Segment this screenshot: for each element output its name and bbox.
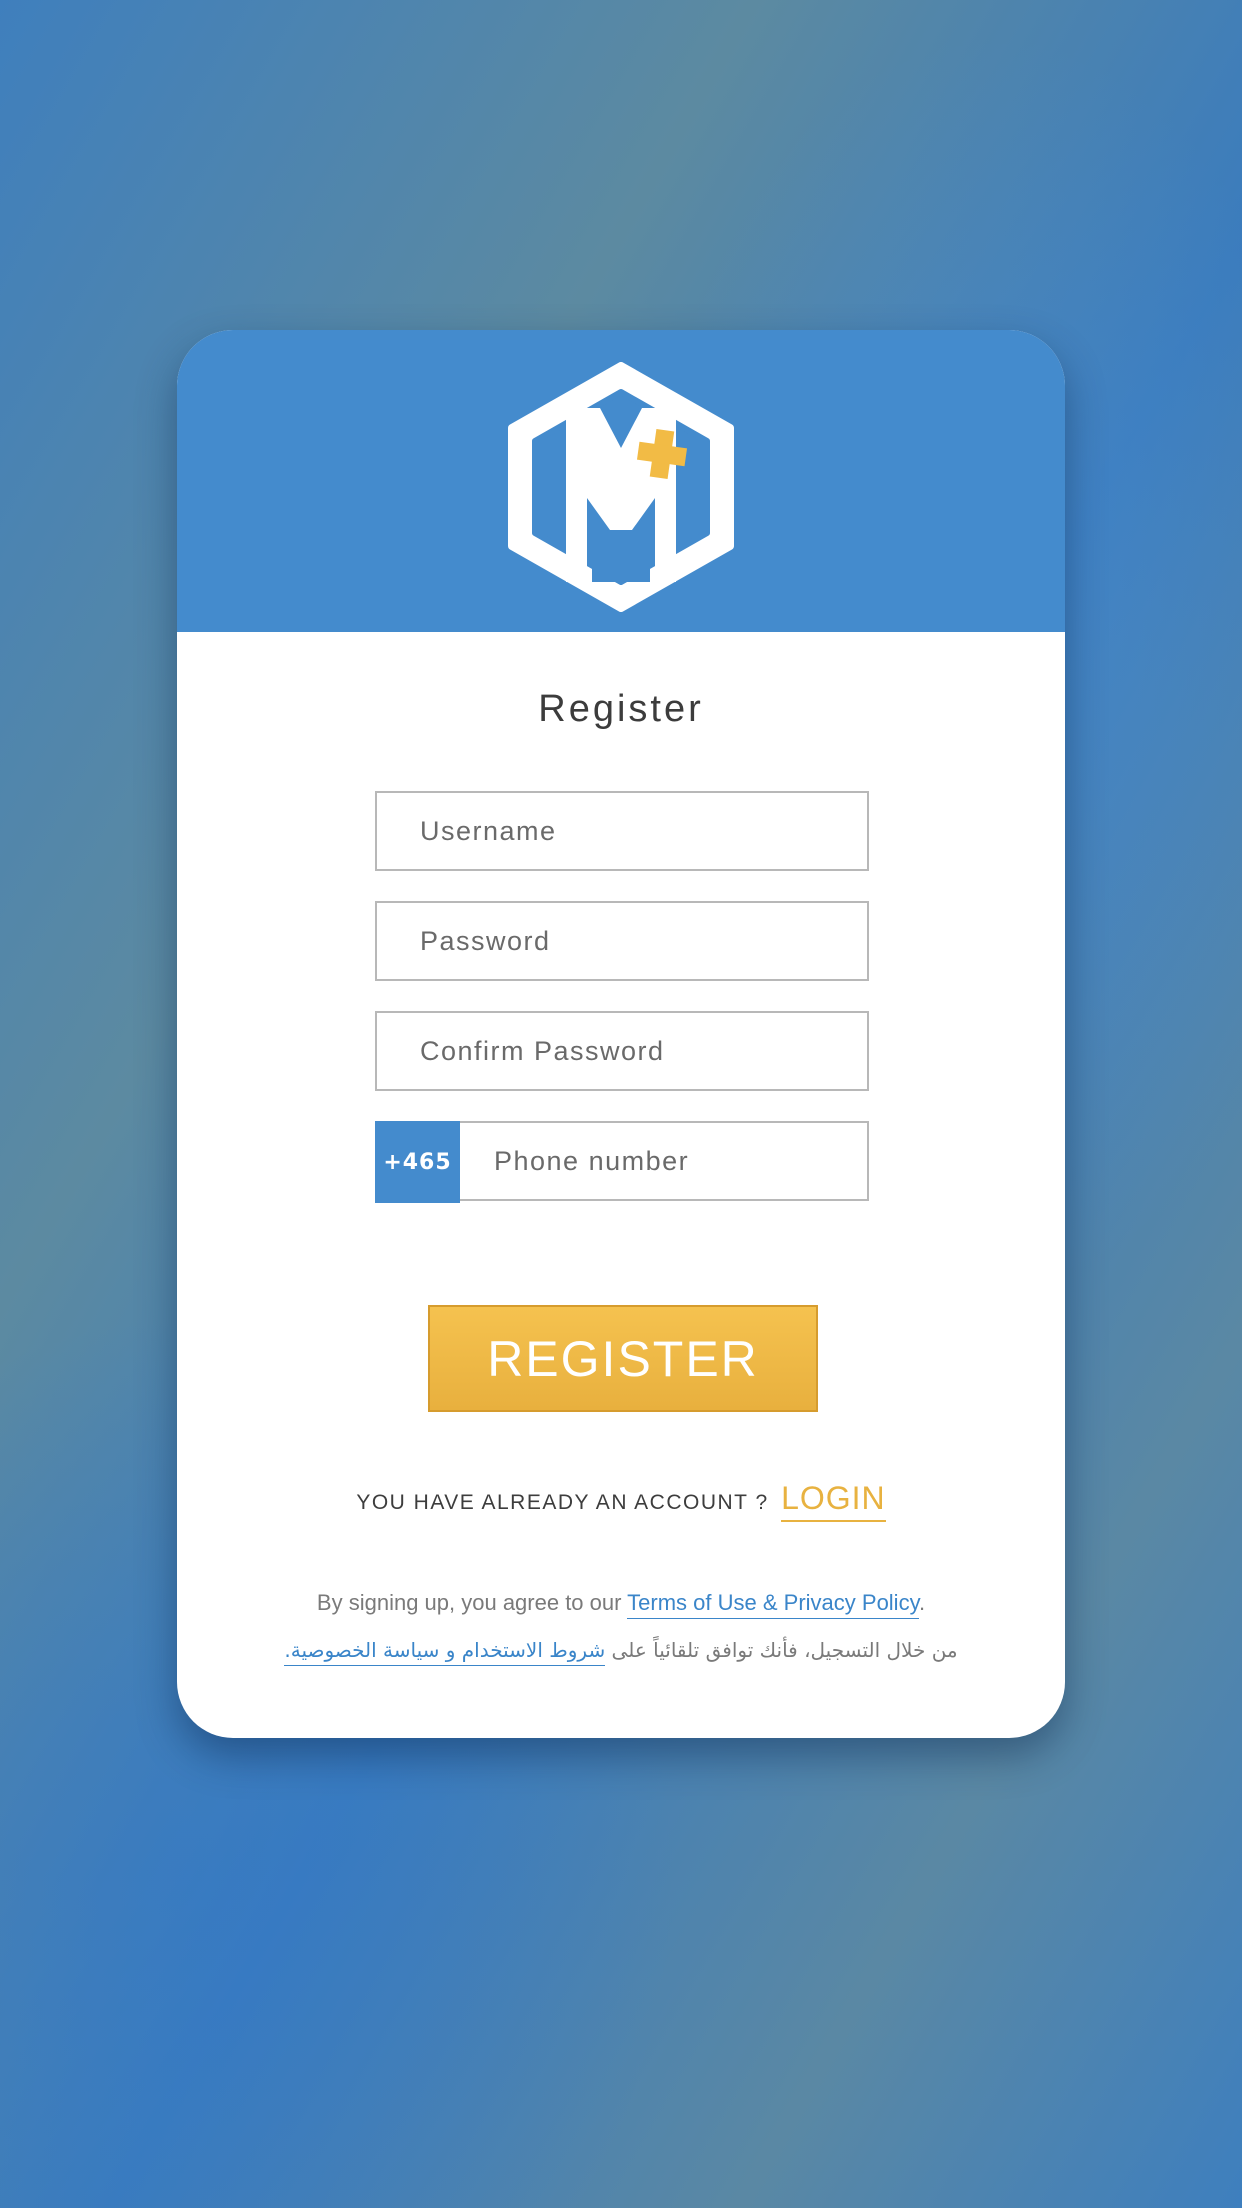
account-prompt-text: YOU HAVE ALREADY AN ACCOUNT ? [356, 1491, 769, 1514]
terms-prefix-ar: من خلال التسجيل، فأنك توافق تلقائياً على [605, 1638, 958, 1662]
terms-notice-ar: من خلال التسجيل، فأنك توافق تلقائياً على… [177, 1638, 1065, 1666]
terms-link-ar[interactable]: شروط الاستخدام و سياسة الخصوصية. [284, 1638, 606, 1666]
login-prompt-row: YOU HAVE ALREADY AN ACCOUNT ? LOGIN [177, 1480, 1065, 1522]
register-button[interactable]: REGISTER [428, 1305, 818, 1412]
terms-suffix-en: . [918, 1590, 926, 1615]
confirm-password-field[interactable] [375, 1011, 869, 1091]
terms-link-en[interactable]: Terms of Use & Privacy Policy [627, 1590, 919, 1619]
username-field[interactable] [375, 791, 869, 871]
card-header [177, 330, 1065, 632]
country-code-prefix[interactable]: +465 [375, 1121, 460, 1203]
confirm-password-input[interactable] [377, 1013, 867, 1089]
page-title: Register [538, 688, 704, 730]
phone-input[interactable] [460, 1123, 867, 1199]
username-input[interactable] [377, 793, 867, 869]
login-link[interactable]: LOGIN [781, 1480, 886, 1522]
register-card: Register +465 REGISTER YOU HAVE ALREADY … [177, 330, 1065, 1738]
terms-notice-en: By signing up, you agree to our Terms of… [177, 1590, 1065, 1619]
phone-field[interactable]: +465 [375, 1121, 869, 1203]
terms-prefix-en: By signing up, you agree to our [316, 1590, 628, 1615]
hexagon-m-plus-logo-icon [508, 362, 734, 612]
password-field[interactable] [375, 901, 869, 981]
password-input[interactable] [377, 903, 867, 979]
